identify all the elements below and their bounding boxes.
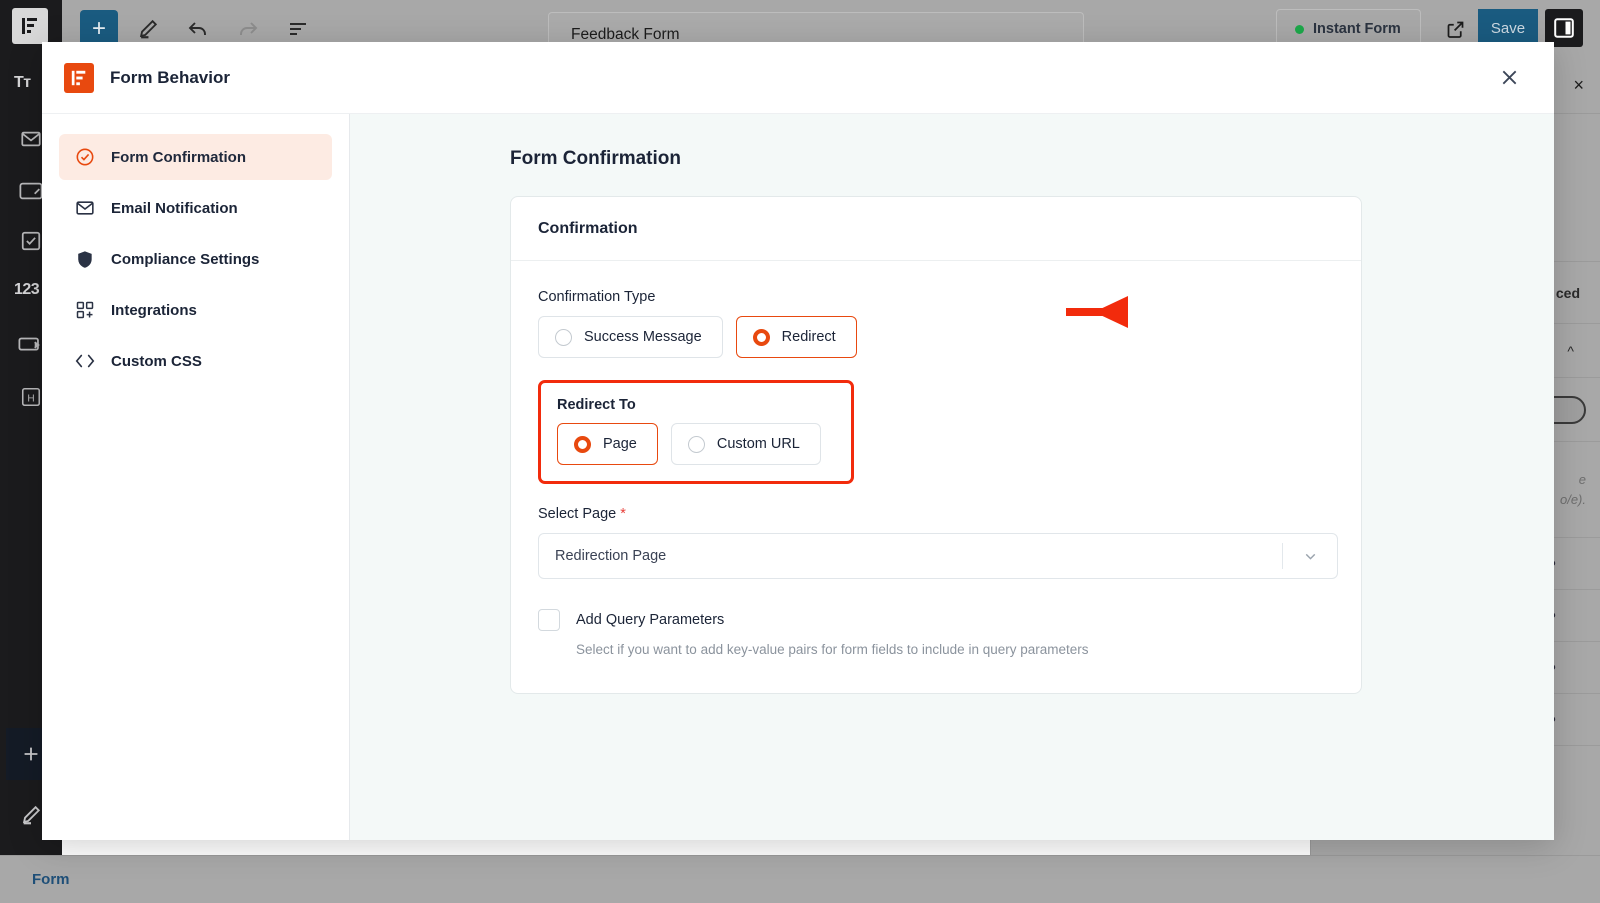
card-title: Confirmation xyxy=(511,197,1361,261)
radio-indicator xyxy=(555,328,572,346)
add-query-parameters-row[interactable]: Add Query Parameters xyxy=(538,609,1334,631)
shield-icon xyxy=(74,249,96,270)
grid-plus-icon xyxy=(74,300,96,320)
card-body: Confirmation Type Success Message Redire… xyxy=(511,261,1361,693)
sidebar-item-label: Integrations xyxy=(111,301,197,319)
radio-label: Redirect xyxy=(781,329,836,345)
radio-indicator xyxy=(687,435,705,453)
sidebar-item-compliance-settings[interactable]: Compliance Settings xyxy=(59,236,332,282)
modal-content: Form Confirmation Confirmation Confirmat… xyxy=(350,114,1554,840)
confirmation-type-label: Confirmation Type xyxy=(538,289,656,305)
add-query-parameters-label: Add Query Parameters xyxy=(576,612,725,628)
modal-overlay: Form Behavior Form Confirmation Email No… xyxy=(0,0,1600,903)
radio-redirect[interactable]: Redirect xyxy=(735,316,857,358)
form-behavior-modal: Form Behavior Form Confirmation Email No… xyxy=(42,42,1554,840)
redirect-to-group-highlight: Redirect To Page Custom URL xyxy=(538,380,854,484)
add-query-parameters-help: Select if you want to add key-value pair… xyxy=(576,642,1089,657)
sidebar-item-form-confirmation[interactable]: Form Confirmation xyxy=(59,134,332,180)
radio-page[interactable]: Page xyxy=(557,423,658,465)
redirect-to-options: Page Custom URL xyxy=(557,423,835,465)
sidebar-item-label: Form Confirmation xyxy=(111,148,246,166)
confirmation-card: Confirmation Confirmation Type Success M… xyxy=(510,196,1362,694)
radio-success-message[interactable]: Success Message xyxy=(538,316,723,358)
radio-indicator-selected xyxy=(574,435,591,453)
modal-title: Form Behavior xyxy=(110,67,230,87)
sidebar-item-label: Email Notification xyxy=(111,199,238,217)
envelope-icon xyxy=(74,198,96,218)
chevron-down-icon[interactable] xyxy=(1283,548,1337,565)
code-brackets-icon xyxy=(74,352,96,370)
redirect-to-label: Redirect To xyxy=(557,397,636,413)
modal-sidebar: Form Confirmation Email Notification Com… xyxy=(42,114,350,840)
modal-body: Form Confirmation Email Notification Com… xyxy=(42,114,1554,840)
radio-label: Custom URL xyxy=(716,436,800,452)
select-page-value: Redirection Page xyxy=(555,548,667,564)
page-title: Form Confirmation xyxy=(510,148,681,169)
sidebar-item-label: Custom CSS xyxy=(111,352,202,370)
modal-header: Form Behavior xyxy=(42,42,1554,114)
sidebar-item-label: Compliance Settings xyxy=(111,250,260,268)
sidebar-item-custom-css[interactable]: Custom CSS xyxy=(59,338,332,384)
sidebar-item-email-notification[interactable]: Email Notification xyxy=(59,185,332,231)
radio-label: Page xyxy=(603,436,637,452)
select-page-label-text: Select Page xyxy=(538,506,617,522)
sidebar-item-integrations[interactable]: Integrations xyxy=(59,287,332,333)
add-query-parameters-checkbox[interactable] xyxy=(538,609,560,631)
radio-custom-url[interactable]: Custom URL xyxy=(670,423,821,465)
radio-indicator-selected xyxy=(752,328,770,346)
check-circle-icon xyxy=(74,147,96,167)
fluent-forms-logo-icon xyxy=(64,62,94,93)
select-page-dropdown[interactable]: Redirection Page xyxy=(538,533,1338,579)
radio-label: Success Message xyxy=(584,329,702,345)
required-marker: * xyxy=(620,506,626,522)
select-page-label: Select Page * xyxy=(538,506,1334,522)
close-icon[interactable] xyxy=(1492,61,1526,95)
confirmation-type-options: Success Message Redirect xyxy=(538,316,1334,358)
